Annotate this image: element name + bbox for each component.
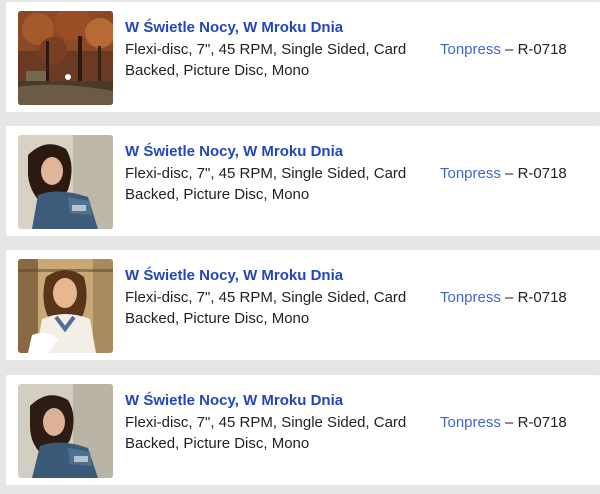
release-list: W Świetle Nocy, W Mroku Dnia Flexi-disc,…: [0, 0, 600, 494]
catalog-number: R-0718: [517, 41, 567, 58]
label-separator: –: [505, 41, 514, 58]
release-thumbnail[interactable]: [18, 384, 113, 478]
release-thumbnail[interactable]: [18, 135, 113, 229]
catalog-number: R-0718: [517, 165, 567, 182]
release-card: W Świetle Nocy, W Mroku Dnia Flexi-disc,…: [6, 2, 600, 112]
woman-portrait-image: [18, 135, 113, 229]
label-link[interactable]: Tonpress: [440, 414, 501, 431]
woman-portrait-image: [18, 384, 113, 478]
release-label-info: Tonpress – R-0718: [440, 163, 567, 184]
release-card: W Świetle Nocy, W Mroku Dnia Flexi-disc,…: [6, 250, 600, 360]
woman-portrait-image: [18, 259, 113, 353]
release-format: Flexi-disc, 7", 45 RPM, Single Sided, Ca…: [125, 41, 407, 79]
release-title-link[interactable]: W Świetle Nocy, W Mroku Dnia: [125, 143, 343, 160]
release-format: Flexi-disc, 7", 45 RPM, Single Sided, Ca…: [125, 289, 407, 327]
release-label-info: Tonpress – R-0718: [440, 412, 567, 433]
release-format: Flexi-disc, 7", 45 RPM, Single Sided, Ca…: [125, 414, 407, 452]
autumn-park-image: [18, 11, 113, 105]
release-title-link[interactable]: W Świetle Nocy, W Mroku Dnia: [125, 392, 343, 409]
label-link[interactable]: Tonpress: [440, 41, 501, 58]
release-title-link[interactable]: W Świetle Nocy, W Mroku Dnia: [125, 267, 343, 284]
catalog-number: R-0718: [517, 414, 567, 431]
release-card: W Świetle Nocy, W Mroku Dnia Flexi-disc,…: [6, 375, 600, 485]
label-link[interactable]: Tonpress: [440, 289, 501, 306]
release-label-info: Tonpress – R-0718: [440, 287, 567, 308]
release-thumbnail[interactable]: [18, 259, 113, 353]
label-link[interactable]: Tonpress: [440, 165, 501, 182]
release-title-link[interactable]: W Świetle Nocy, W Mroku Dnia: [125, 19, 343, 36]
label-separator: –: [505, 165, 514, 182]
label-separator: –: [505, 289, 514, 306]
release-thumbnail[interactable]: [18, 11, 113, 105]
release-format: Flexi-disc, 7", 45 RPM, Single Sided, Ca…: [125, 165, 407, 203]
release-label-info: Tonpress – R-0718: [440, 39, 567, 60]
label-separator: –: [505, 414, 514, 431]
catalog-number: R-0718: [517, 289, 567, 306]
release-card: W Świetle Nocy, W Mroku Dnia Flexi-disc,…: [6, 126, 600, 236]
